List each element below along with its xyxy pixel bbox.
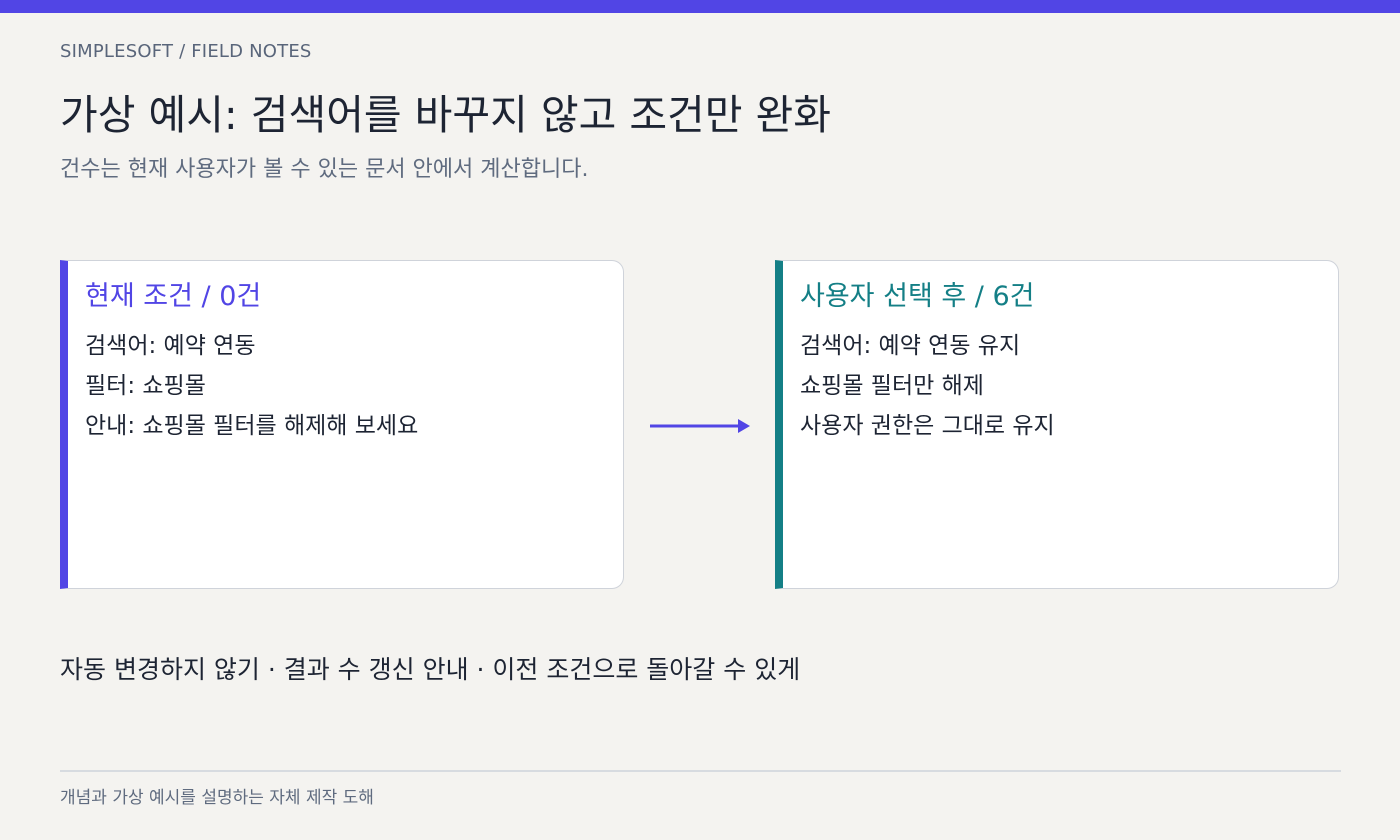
page-subtitle: 건수는 현재 사용자가 볼 수 있는 문서 안에서 계산합니다. [60, 157, 589, 182]
current-condition-title: 현재 조건 / 0건 [85, 281, 262, 312]
after-selection-title: 사용자 선택 후 / 6건 [800, 281, 1035, 312]
figure-caption: 개념과 가상 예시를 설명하는 자체 제작 도해 [60, 788, 374, 808]
current-guidance: 안내: 쇼핑몰 필터를 해제해 보세요 [85, 413, 419, 439]
right-arrow-icon [650, 419, 750, 433]
after-search-term: 검색어: 예약 연동 유지 [800, 333, 1021, 359]
after-permission-note: 사용자 권한은 그대로 유지 [800, 413, 1055, 439]
current-condition-card: 현재 조건 / 0건 검색어: 예약 연동 필터: 쇼핑몰 안내: 쇼핑몰 필터… [60, 260, 624, 589]
current-filter: 필터: 쇼핑몰 [85, 373, 206, 399]
after-user-selection-card: 사용자 선택 후 / 6건 검색어: 예약 연동 유지 쇼핑몰 필터만 해제 사… [775, 260, 1339, 589]
breadcrumb: SIMPLESOFT / FIELD NOTES [60, 41, 312, 62]
top-accent-bar [0, 0, 1400, 13]
after-filter-change: 쇼핑몰 필터만 해제 [800, 373, 984, 399]
footer-divider [60, 770, 1341, 772]
current-search-term: 검색어: 예약 연동 [85, 333, 256, 359]
page-title: 가상 예시: 검색어를 바꾸지 않고 조건만 완화 [60, 91, 831, 139]
design-principles-note: 자동 변경하지 않기 · 결과 수 갱신 안내 · 이전 조건으로 돌아갈 수 … [60, 655, 801, 684]
